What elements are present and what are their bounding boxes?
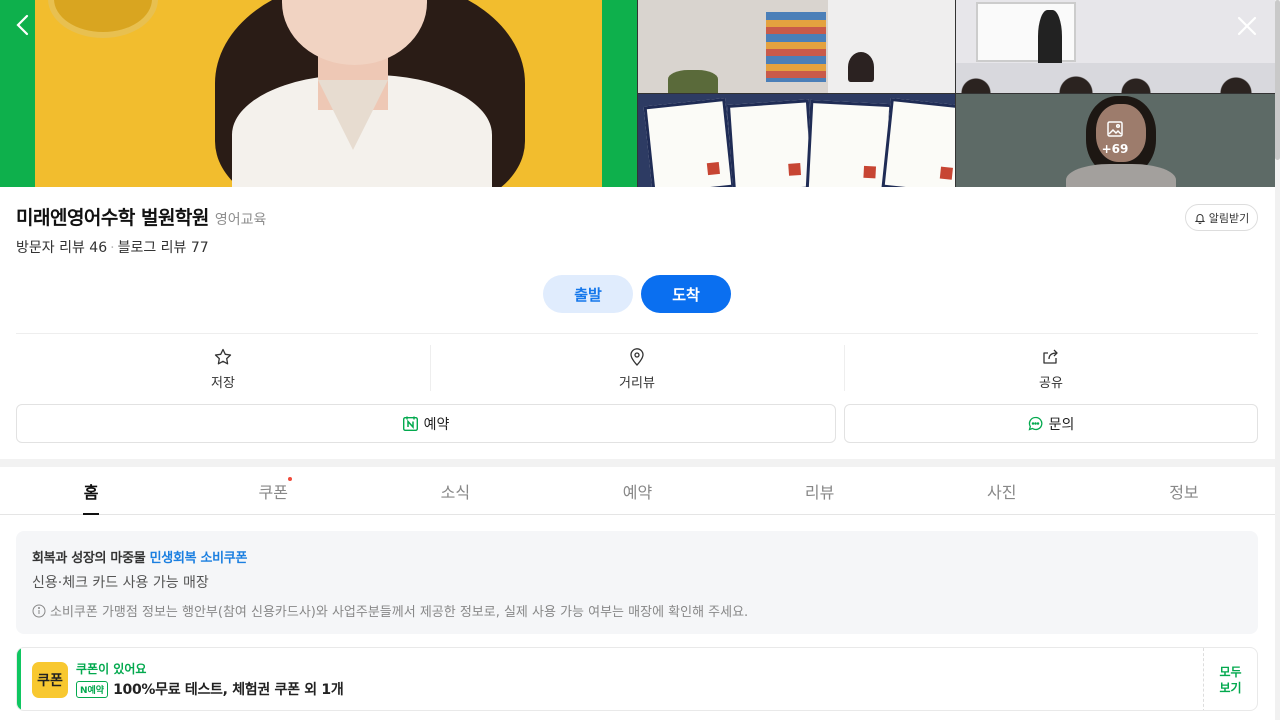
see-all-coupons-button[interactable]: 모두 보기 bbox=[1203, 648, 1257, 710]
back-icon[interactable] bbox=[8, 11, 38, 41]
consumer-coupon-notice: 회복과 성장의 마중물 민생회복 소비쿠폰 신용·체크 카드 사용 가능 매장 … bbox=[16, 531, 1258, 634]
share-label: 공유 bbox=[1039, 376, 1063, 391]
photo-gallery[interactable]: +69 bbox=[0, 0, 1280, 187]
image-icon bbox=[1107, 121, 1123, 137]
divider bbox=[16, 333, 1258, 334]
section-divider bbox=[0, 459, 1280, 467]
photo-thumbnail[interactable] bbox=[638, 94, 955, 187]
coupon-banner[interactable]: 쿠폰 쿠폰이 있어요 N예약 100%무료 테스트, 체험권 쿠폰 외 1개 모… bbox=[16, 647, 1258, 711]
chat-icon bbox=[1028, 416, 1043, 431]
new-dot bbox=[288, 477, 293, 481]
place-category: 영어교육 bbox=[214, 212, 267, 228]
tab-info[interactable]: 정보 bbox=[1093, 467, 1275, 514]
depart-button[interactable]: 출발 bbox=[543, 275, 633, 313]
arrive-button[interactable]: 도착 bbox=[641, 275, 731, 313]
tab-photo[interactable]: 사진 bbox=[911, 467, 1093, 514]
main-photo[interactable] bbox=[0, 0, 637, 187]
inquiry-button[interactable]: 문의 bbox=[844, 404, 1258, 443]
share-button[interactable]: 공유 bbox=[844, 340, 1258, 398]
photo-thumbnail[interactable] bbox=[638, 0, 955, 93]
naver-booking-icon bbox=[402, 416, 418, 431]
street-view-label: 거리뷰 bbox=[619, 376, 655, 391]
star-icon bbox=[214, 348, 232, 365]
review-counts: 방문자 리뷰 46 · 블로그 리뷰 77 bbox=[16, 240, 209, 256]
coupon-detail: N예약 100%무료 테스트, 체험권 쿠폰 외 1개 bbox=[76, 679, 344, 699]
notice-highlight: 민생회복 소비쿠폰 bbox=[149, 551, 248, 566]
reserve-label: 예약 bbox=[423, 416, 450, 433]
notice-heading: 회복과 성장의 마중물 민생회복 소비쿠폰 bbox=[32, 551, 248, 566]
scrollbar-thumb[interactable] bbox=[1275, 0, 1280, 160]
notice-disclaimer-text: 소비쿠폰 가맹점 정보는 행안부(참여 신용카드사)와 사업주분들께서 제공한 … bbox=[50, 605, 749, 620]
save-button[interactable]: 저장 bbox=[16, 340, 430, 398]
naver-booking-badge: N예약 bbox=[76, 680, 109, 698]
notice-subtitle: 신용·체크 카드 사용 가능 매장 bbox=[32, 575, 209, 591]
save-label: 저장 bbox=[211, 376, 235, 391]
tab-coupon[interactable]: 쿠폰 bbox=[182, 467, 364, 514]
visitor-review-link[interactable]: 방문자 리뷰 46 bbox=[16, 240, 107, 256]
inquiry-label: 문의 bbox=[1048, 416, 1075, 433]
coupon-accent-bar bbox=[17, 648, 21, 710]
alarm-label: 알림받기 bbox=[1208, 211, 1250, 225]
place-title-row: 미래엔영어수학 벌원학원 영어교육 bbox=[16, 203, 266, 230]
action-bar: 저장 거리뷰 공유 bbox=[16, 340, 1258, 398]
more-photos-count: +69 bbox=[1101, 142, 1129, 156]
share-icon bbox=[1043, 349, 1058, 364]
reserve-button[interactable]: 예약 bbox=[16, 404, 836, 443]
coupon-text: 100%무료 테스트, 체험권 쿠폰 외 1개 bbox=[113, 682, 344, 698]
close-icon[interactable] bbox=[1232, 11, 1262, 41]
alarm-button[interactable]: 알림받기 bbox=[1185, 204, 1258, 231]
place-name: 미래엔영어수학 벌원학원 bbox=[16, 207, 209, 229]
tab-news[interactable]: 소식 bbox=[364, 467, 546, 514]
blog-review-link[interactable]: 블로그 리뷰 77 bbox=[118, 240, 209, 256]
notice-disclaimer: 소비쿠폰 가맹점 정보는 행안부(참여 신용카드사)와 사업주분들께서 제공한 … bbox=[32, 601, 1242, 620]
location-pin-icon bbox=[630, 348, 644, 366]
coupon-icon: 쿠폰 bbox=[32, 662, 68, 698]
bell-icon bbox=[1194, 213, 1205, 224]
more-photos[interactable]: +69 bbox=[1084, 120, 1146, 156]
info-icon bbox=[32, 604, 46, 617]
street-view-button[interactable]: 거리뷰 bbox=[430, 340, 844, 398]
tab-bar: 홈 쿠폰 소식 예약 리뷰 사진 정보 bbox=[0, 467, 1275, 515]
tab-coupon-label: 쿠폰 bbox=[258, 482, 288, 502]
scrollbar[interactable] bbox=[1275, 0, 1280, 720]
tab-home[interactable]: 홈 bbox=[0, 467, 182, 514]
tab-review[interactable]: 리뷰 bbox=[729, 467, 911, 514]
coupon-title: 쿠폰이 있어요 bbox=[76, 662, 147, 676]
tab-reservation[interactable]: 예약 bbox=[546, 467, 728, 514]
